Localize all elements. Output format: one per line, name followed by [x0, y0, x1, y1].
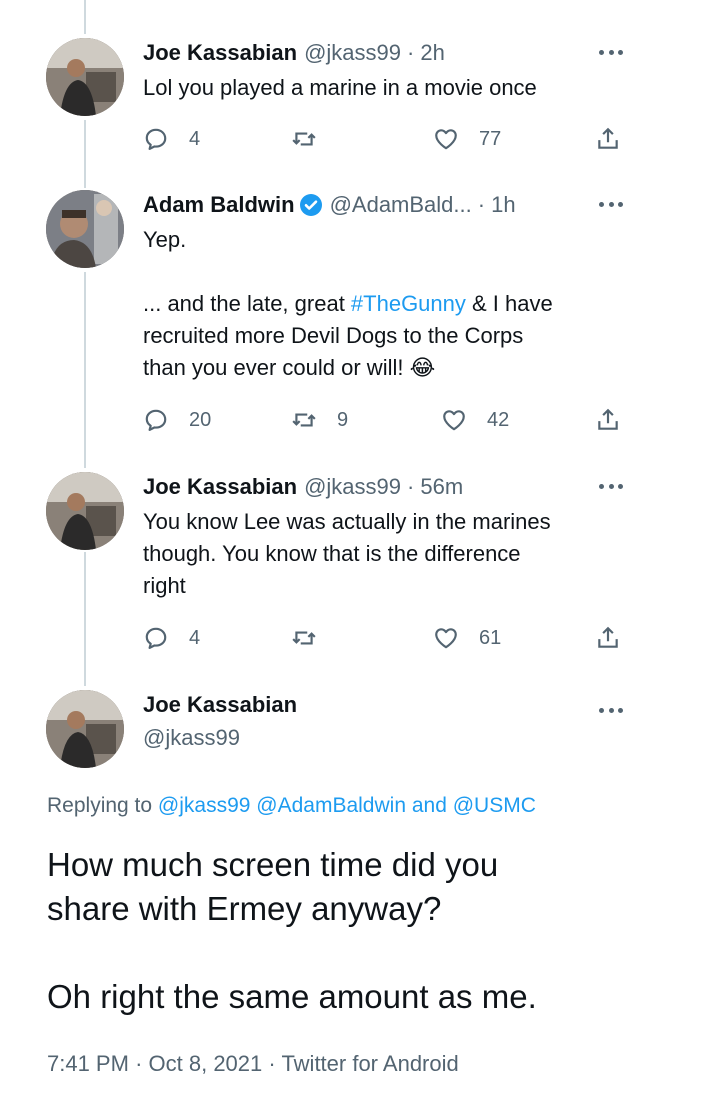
heart-icon	[435, 129, 457, 150]
tweet-text: You know Lee was actually in the marines…	[143, 506, 643, 602]
tweet-text-span: & I have	[465, 291, 553, 316]
tweet-actions: 4 61	[143, 623, 628, 653]
reply-icon	[145, 409, 167, 431]
display-name[interactable]: Joe Kassabian	[143, 40, 297, 66]
heart-icon	[435, 628, 457, 649]
tweet-text-line: Oh right the same amount as me.	[47, 978, 537, 1015]
thread-line	[84, 272, 86, 468]
username[interactable]: @AdamBald...	[330, 192, 472, 218]
tweet-text-line: though. You know that is the difference	[143, 541, 521, 566]
tweet-text: Yep. ... and the late, great #TheGunny &…	[143, 224, 643, 385]
reply-count: 4	[189, 127, 201, 150]
share-button[interactable]	[595, 124, 621, 154]
retweet-icon	[292, 631, 316, 645]
tweet-text-span: ... and the late, great	[143, 291, 351, 316]
reply-icon	[145, 128, 167, 150]
avatar[interactable]	[46, 190, 124, 268]
tweet-text-line: You know Lee was actually in the marines	[143, 509, 551, 534]
tweet-text: How much screen time did you share with …	[47, 843, 667, 1019]
tweet-actions: 20 9 42	[143, 405, 628, 435]
verified-badge-icon	[299, 194, 322, 216]
thread-line	[84, 0, 86, 34]
tweet-header: Joe Kassabian @jkass99 · 2h	[143, 38, 445, 68]
tweet-text-blank-line	[143, 256, 643, 288]
post-time[interactable]: 7:41 PM	[47, 1051, 129, 1076]
mention-link[interactable]: @AdamBaldwin	[256, 794, 406, 817]
username[interactable]: @jkass99	[304, 40, 401, 66]
tweet-text-line: than you ever could or will! 😂	[143, 352, 643, 385]
tweet-text-line: How much screen time did you	[47, 846, 499, 883]
display-name[interactable]: Joe Kassabian	[143, 474, 297, 500]
laughing-emoji: 😂	[409, 356, 436, 381]
timestamp[interactable]: 2h	[420, 40, 444, 66]
share-icon	[598, 408, 618, 430]
share-icon	[598, 127, 618, 149]
reply-icon	[145, 627, 167, 649]
like-button[interactable]: 42	[441, 405, 509, 435]
retweet-button[interactable]: 9	[291, 405, 348, 435]
reply-button[interactable]: 4	[143, 623, 200, 653]
separator-dot: ·	[407, 40, 415, 65]
tweet-text-line: Yep.	[143, 227, 187, 252]
tweet-text-line: right	[143, 573, 186, 598]
retweet-icon	[292, 132, 316, 146]
avatar[interactable]	[46, 38, 124, 116]
more-options-icon[interactable]	[599, 194, 623, 214]
reply-count: 20	[189, 408, 212, 431]
share-icon	[598, 626, 618, 648]
retweet-icon	[292, 413, 316, 427]
thread-line	[84, 120, 86, 188]
mention-link[interactable]: @USMC	[453, 794, 536, 817]
tweet-text-blank-line	[47, 931, 667, 975]
tweet-header: Adam Baldwin @AdamBald... · 1h	[143, 190, 516, 220]
focused-tweet: Joe Kassabian @jkass99 Replying to @jkas…	[0, 690, 713, 1090]
share-button[interactable]	[595, 405, 621, 435]
retweet-button[interactable]	[291, 623, 337, 653]
tweet-text: Lol you played a marine in a movie once	[143, 72, 643, 104]
timestamp[interactable]: 56m	[420, 474, 463, 500]
like-button[interactable]: 77	[433, 124, 501, 154]
post-date[interactable]: Oct 8, 2021	[149, 1051, 263, 1076]
more-options-icon[interactable]	[599, 476, 623, 496]
separator-dot: ·	[268, 1051, 282, 1076]
like-count: 61	[479, 626, 502, 649]
reply-button[interactable]: 4	[143, 124, 200, 154]
separator-dot: ·	[135, 1051, 149, 1076]
separator-dot: ·	[407, 474, 415, 499]
tweet-text-line: ... and the late, great #TheGunny & I ha…	[143, 288, 643, 320]
tweet-meta: 7:41 PM · Oct 8, 2021 · Twitter for Andr…	[47, 1051, 459, 1077]
timestamp[interactable]: 1h	[491, 192, 515, 218]
like-count: 77	[479, 127, 502, 150]
tweet-source[interactable]: Twitter for Android	[281, 1051, 458, 1076]
tweet-header: Joe Kassabian @jkass99 · 56m	[143, 472, 463, 502]
display-name[interactable]: Joe Kassabian	[143, 690, 297, 720]
hashtag-link[interactable]: #TheGunny	[351, 291, 466, 316]
reply-button[interactable]: 20	[143, 405, 211, 435]
replying-to: Replying to @jkass99 @AdamBaldwin and @U…	[47, 794, 536, 818]
username[interactable]: @jkass99	[143, 723, 240, 753]
tweet-actions: 4 77	[143, 124, 628, 154]
more-options-icon[interactable]	[599, 700, 623, 720]
tweet-text-line: share with Ermey anyway?	[47, 890, 442, 927]
avatar[interactable]	[46, 690, 124, 768]
tweet-text-line: recruited more Devil Dogs to the Corps	[143, 323, 524, 348]
like-count: 42	[487, 408, 510, 431]
reply-count: 4	[189, 626, 201, 649]
retweet-button[interactable]	[291, 124, 337, 154]
retweet-count: 9	[337, 408, 349, 431]
separator-dot: ·	[477, 192, 486, 217]
display-name[interactable]: Adam Baldwin	[143, 192, 295, 218]
more-options-icon[interactable]	[599, 42, 623, 62]
like-button[interactable]: 61	[433, 623, 501, 653]
heart-icon	[443, 410, 465, 431]
thread-line	[84, 552, 86, 686]
tweet-text-line: Lol you played a marine in a movie once	[143, 75, 537, 100]
tweet-text-span: than you ever could or will!	[143, 355, 410, 380]
username[interactable]: @jkass99	[304, 474, 401, 500]
share-button[interactable]	[595, 623, 621, 653]
mention-and[interactable]: and	[406, 794, 453, 817]
replying-prefix: Replying to	[47, 794, 158, 817]
mention-link[interactable]: @jkass99	[158, 794, 251, 817]
avatar[interactable]	[46, 472, 124, 550]
